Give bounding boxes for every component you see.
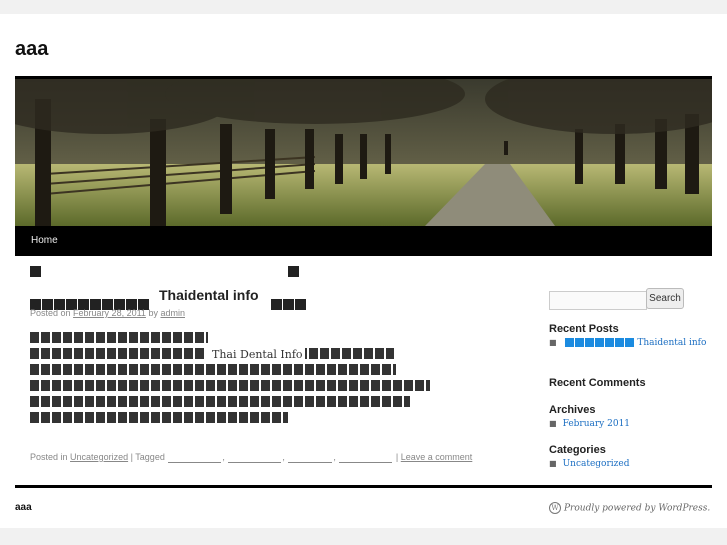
category-link[interactable]: Uncategorized: [70, 452, 128, 462]
nav-home[interactable]: Home: [31, 235, 58, 246]
archives-list: ■ February 2011: [549, 419, 630, 429]
post-body-line: [30, 396, 410, 407]
post-meta: Posted on February 28, 2011 by admin: [30, 308, 185, 318]
site-title-link[interactable]: aaa: [15, 38, 48, 60]
post-date-link[interactable]: February 28, 2011: [73, 308, 146, 318]
post-utility: Posted in Uncategorized | Tagged , , , |…: [30, 452, 473, 463]
archive-link[interactable]: February 2011: [563, 419, 630, 429]
post-body-line: [30, 348, 205, 359]
post-inline-label: Thai Dental Info: [210, 348, 305, 361]
categories-title: Categories: [549, 444, 606, 456]
footer-site-info[interactable]: aaa: [15, 502, 32, 513]
header-image: [15, 79, 712, 226]
post-body-line: [30, 412, 288, 423]
page: aaa Home Thaidental info Posted on Febru…: [0, 14, 727, 528]
tagged-label: Tagged: [135, 452, 165, 462]
tag-link[interactable]: [288, 453, 333, 463]
post-body-line: [30, 364, 396, 375]
posted-on-label: Posted on: [30, 308, 71, 318]
by-label: by: [148, 308, 158, 318]
search-button[interactable]: Search: [646, 288, 684, 309]
wordpress-icon: W: [549, 502, 561, 514]
post-title-glyph-row: [288, 266, 299, 277]
post-author-link[interactable]: admin: [160, 308, 185, 318]
post-title-text[interactable]: Thaidental info: [159, 287, 259, 303]
category-sidebar-link[interactable]: Uncategorized: [563, 459, 630, 469]
categories-list: ■ Uncategorized: [549, 459, 629, 469]
list-bullet: ■: [549, 338, 557, 347]
recent-comments-title: Recent Comments: [549, 377, 646, 389]
tag-link[interactable]: [339, 453, 393, 463]
leave-comment-link[interactable]: Leave a comment: [401, 452, 473, 462]
archives-title: Archives: [549, 404, 596, 416]
recent-post-link[interactable]: Thaidental info: [637, 338, 706, 348]
post-body-line: [30, 380, 430, 391]
list-bullet: ■: [549, 459, 557, 468]
tag-link[interactable]: [228, 453, 282, 463]
site-title[interactable]: aaa: [15, 38, 48, 61]
search-input[interactable]: [549, 291, 647, 310]
post-body-line: [298, 348, 394, 359]
list-bullet: ■: [549, 419, 557, 428]
post-body-line: [30, 332, 208, 343]
footer-generator[interactable]: W Proudly powered by WordPress.: [549, 502, 710, 514]
post-title-glyph-row: [30, 266, 41, 277]
utility-separator: |: [130, 452, 133, 462]
tag-link[interactable]: [168, 453, 222, 463]
posted-in-label: Posted in: [30, 452, 68, 462]
footer-rule: [15, 485, 712, 488]
utility-separator: |: [395, 452, 399, 462]
recent-posts-list: ■ Thaidental info: [549, 338, 706, 348]
generator-text[interactable]: Proudly powered by WordPress.: [564, 504, 710, 514]
main-nav: Home: [15, 226, 712, 256]
post-title-glyphs: [271, 299, 306, 310]
recent-posts-title: Recent Posts: [549, 323, 619, 335]
header-photo-tree-lined-road: [15, 79, 712, 226]
post-body: Thai Dental Info: [30, 322, 450, 423]
recent-post-glyphs: [565, 338, 635, 347]
